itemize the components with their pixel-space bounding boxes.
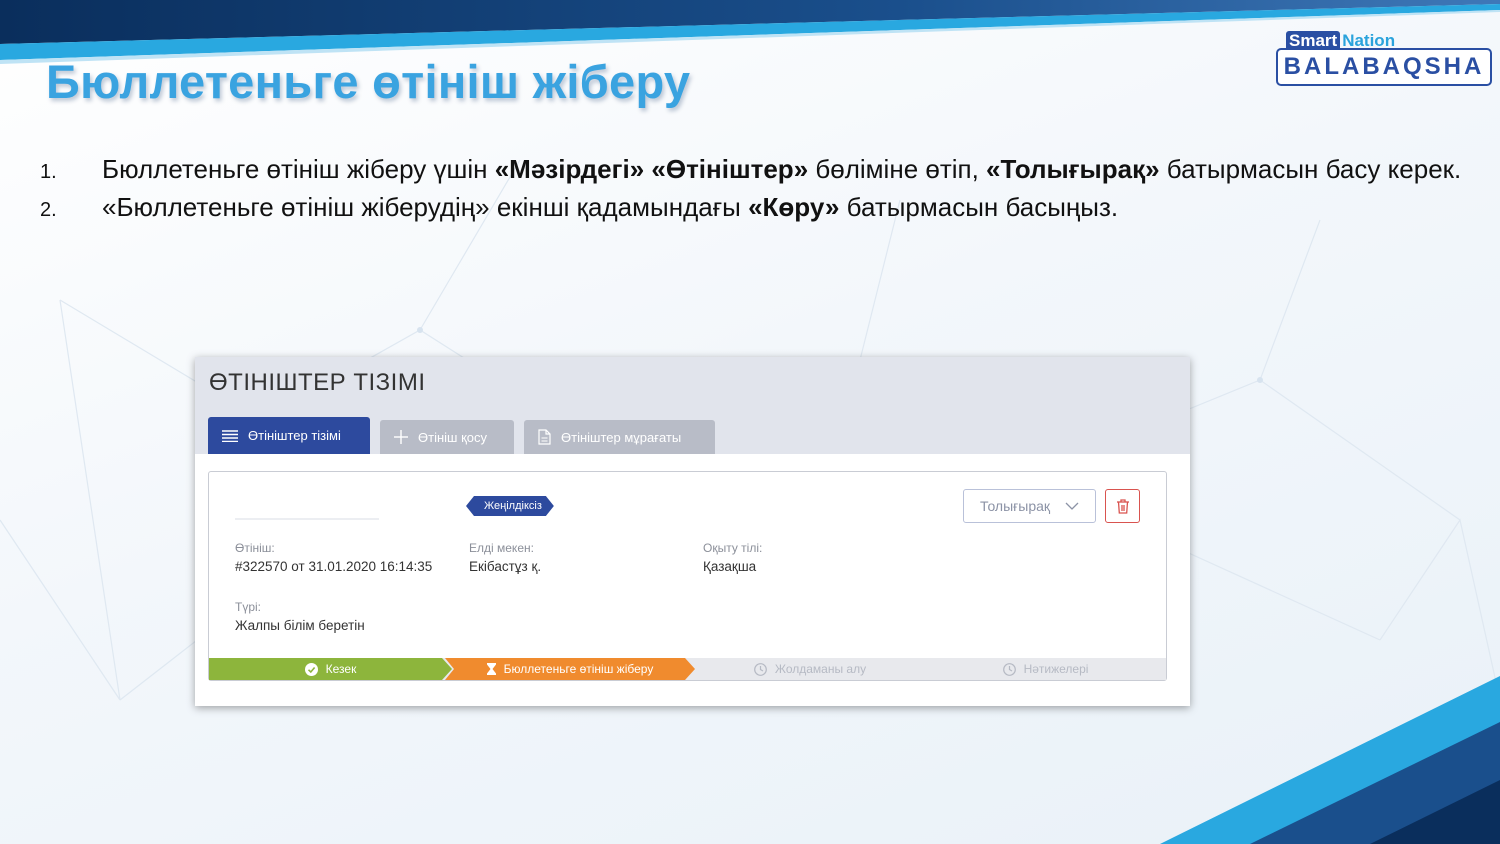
instruction-step: 2. «Бюллетеньге өтініш жіберудің» екінші… bbox=[40, 190, 1470, 228]
application-card: Жеңілдіксіз Толығырақ Өтініш: #322570 от… bbox=[208, 471, 1167, 681]
page-title: ӨТІНІШТЕР ТІЗІМІ bbox=[209, 369, 426, 396]
smartnation-balabaqsha-logo: Smart Nation BALABAQSHA bbox=[1276, 30, 1492, 86]
field-label: Түрі: bbox=[235, 600, 262, 614]
tab-applications-list[interactable]: Өтініштер тізімі bbox=[208, 417, 370, 454]
list-icon bbox=[222, 429, 238, 442]
instruction-list: 1. Бюллетеньге өтініш жіберу үшін «Мәзір… bbox=[40, 152, 1470, 228]
stage-label: Нәтижелері bbox=[1023, 662, 1089, 676]
field-label: Елді мекен: bbox=[469, 541, 534, 555]
blurred-name-placeholder bbox=[235, 518, 379, 520]
tab-label: Өтініштер тізімі bbox=[248, 428, 341, 443]
step-text: Бюллетеньге өтініш жіберу үшін «Мәзірдег… bbox=[102, 154, 1462, 184]
status-badge: Жеңілдіксіз bbox=[466, 496, 554, 516]
slide-title: Бюллетеньге өтініш жіберу bbox=[46, 55, 691, 108]
field-application: Өтініш: #322570 от 31.01.2020 16:14:35 bbox=[235, 540, 432, 578]
field-language: Оқыту тілі: Қазақша bbox=[703, 540, 762, 578]
trash-icon bbox=[1116, 498, 1129, 514]
field-value: #322570 от 31.01.2020 16:14:35 bbox=[235, 559, 433, 574]
stage-label: Бюллетеньге өтініш жіберу bbox=[503, 662, 654, 676]
field-locality: Елді мекен: Екібастұз қ. bbox=[469, 540, 541, 578]
tab-label: Өтініштер мұрағаты bbox=[561, 429, 682, 445]
progress-stage-referral: Жолдаманы алу bbox=[695, 658, 925, 680]
field-value: Жалпы білім беретін bbox=[235, 618, 365, 633]
clock-icon bbox=[753, 662, 767, 676]
field-label: Өтініш: bbox=[235, 541, 275, 555]
delete-button[interactable] bbox=[1105, 489, 1140, 523]
tab-label: Өтініш қосу bbox=[418, 429, 487, 445]
logo-brand-text: BALABAQSHA bbox=[1283, 53, 1485, 80]
field-type: Түрі: Жалпы білім беретін bbox=[235, 599, 365, 637]
stage-label: Кезек bbox=[325, 662, 357, 676]
step-text: «Бюллетеньге өтініш жіберудің» екінші қа… bbox=[102, 192, 1119, 222]
field-value: Екібастұз қ. bbox=[469, 559, 542, 574]
progress-stage-bulletin: Бюллетеньге өтініш жіберу bbox=[445, 658, 695, 680]
tab-add-application[interactable]: Өтініш қосу bbox=[380, 420, 514, 454]
step-number: 1. bbox=[40, 161, 57, 183]
clock-icon bbox=[1002, 662, 1016, 676]
document-icon bbox=[538, 429, 551, 445]
panel-header: ӨТІНІШТЕР ТІЗІМІ Өтініштер тізімі Өтініш… bbox=[195, 357, 1190, 454]
progress-stage-results: Нәтижелері bbox=[925, 658, 1166, 680]
step-number: 2. bbox=[40, 199, 57, 221]
field-label: Оқыту тілі: bbox=[703, 541, 763, 555]
instruction-step: 1. Бюллетеньге өтініш жіберу үшін «Мәзір… bbox=[40, 152, 1470, 190]
progress-stage-queue: Кезек bbox=[209, 658, 452, 680]
chevron-down-icon bbox=[1065, 502, 1079, 510]
more-details-button[interactable]: Толығырақ bbox=[963, 489, 1096, 523]
tab-applications-archive[interactable]: Өтініштер мұрағаты bbox=[524, 420, 715, 454]
field-value: Қазақша bbox=[703, 559, 757, 574]
more-details-label: Толығырақ bbox=[980, 498, 1051, 514]
plus-icon bbox=[394, 430, 408, 444]
applications-list-panel: ӨТІНІШТЕР ТІЗІМІ Өтініштер тізімі Өтініш… bbox=[195, 357, 1190, 706]
stage-label: Жолдаманы алу bbox=[774, 662, 867, 676]
application-progress: Кезек Бюллетеньге өтініш жіберу Жолдаман… bbox=[209, 658, 1166, 680]
hourglass-icon bbox=[486, 663, 496, 675]
check-circle-icon bbox=[304, 662, 318, 676]
